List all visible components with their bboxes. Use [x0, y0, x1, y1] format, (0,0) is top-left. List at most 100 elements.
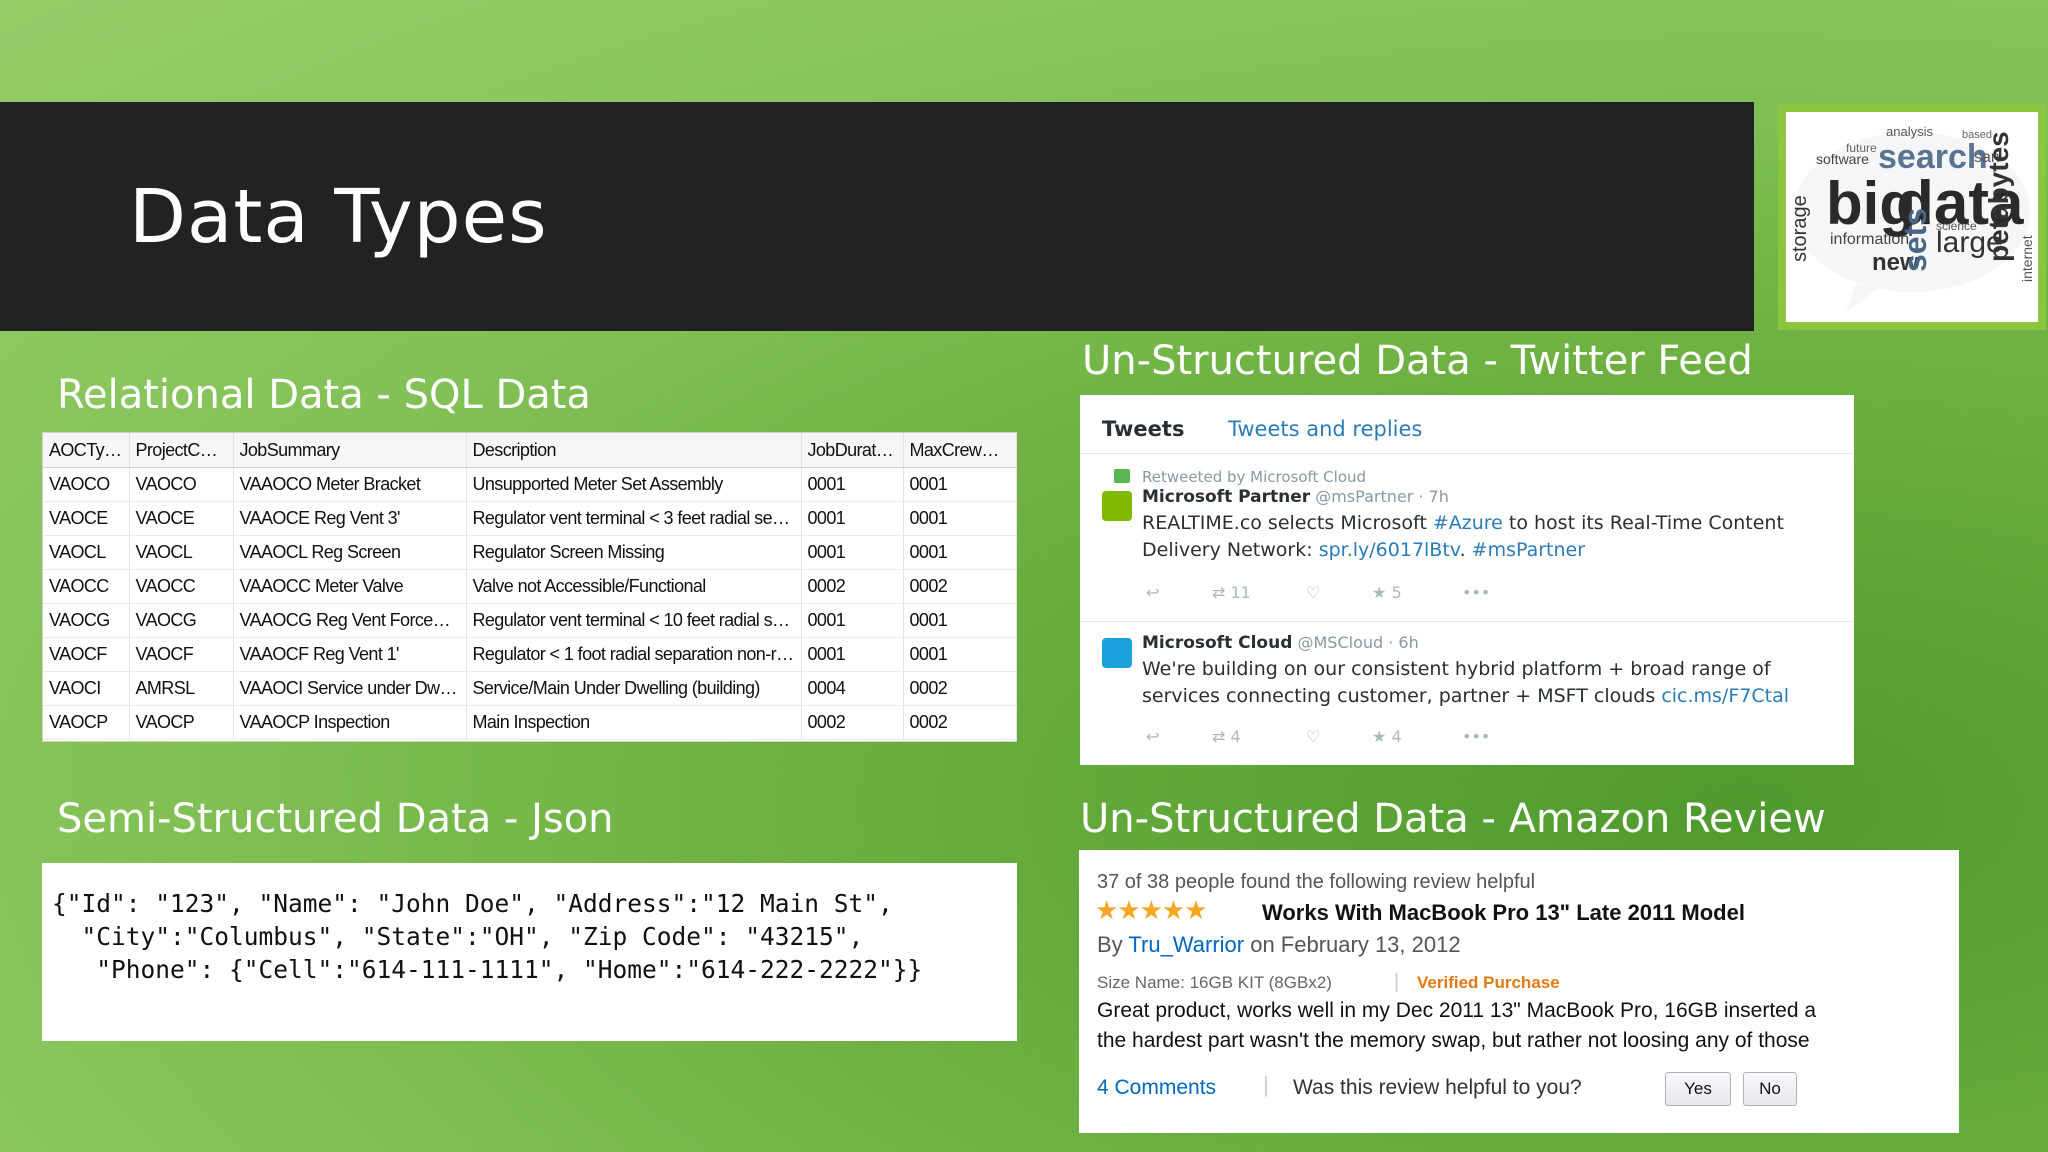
- amazon-section-heading: Un-Structured Data - Amazon Review: [1080, 796, 1826, 842]
- favorite-action[interactable]: ★ 4: [1372, 727, 1402, 746]
- table-cell: Regulator Screen Missing: [466, 535, 802, 570]
- table-cell: 0001: [903, 637, 1017, 672]
- table-cell: VAOCG: [43, 603, 130, 638]
- sql-results-grid: AOCType ProjectCode JobSummary Descripti…: [42, 432, 1017, 742]
- helpful-question: Was this review helpful to you?: [1293, 1076, 1582, 1099]
- sql-section-heading: Relational Data - SQL Data: [57, 372, 591, 418]
- tweet-author[interactable]: Microsoft Cloud @MSCloud · 6h: [1142, 633, 1419, 653]
- tweet-text-part: .: [1459, 539, 1472, 561]
- table-cell: VAOCC: [129, 569, 234, 604]
- table-cell: 0002: [903, 671, 1017, 706]
- tweet-text-part: services connecting customer, partner + …: [1142, 685, 1662, 707]
- heart-icon[interactable]: ♡: [1306, 727, 1320, 746]
- favorite-count: 4: [1391, 727, 1402, 746]
- column-header-jobsummary[interactable]: JobSummary: [233, 433, 467, 468]
- table-cell: Main Inspection: [466, 705, 802, 740]
- heart-icon[interactable]: ♡: [1306, 583, 1320, 602]
- title-bar: Data Types: [0, 102, 1754, 331]
- table-row[interactable]: VAOCO VAOCO VAAOCO Meter Bracket Unsuppo…: [43, 467, 1017, 502]
- column-header-jobduration[interactable]: JobDuration: [801, 433, 904, 468]
- review-date: on February 13, 2012: [1244, 932, 1461, 957]
- table-cell: VAAOCO Meter Bracket: [233, 467, 467, 502]
- logo-word-science: science: [1936, 219, 1977, 233]
- retweet-count: 11: [1230, 583, 1251, 602]
- comments-link[interactable]: 4 Comments: [1097, 1076, 1216, 1100]
- logo-word-storage: storage: [1789, 195, 1811, 262]
- logo-word-software: software: [1816, 151, 1869, 167]
- big-data-logo: analysis future software search san base…: [1778, 104, 2046, 330]
- tab-tweets-and-replies[interactable]: Tweets and replies: [1228, 417, 1422, 441]
- more-icon[interactable]: •••: [1462, 727, 1490, 746]
- hashtag-link[interactable]: #msPartner: [1472, 539, 1585, 561]
- tweet-text-part: Delivery Network:: [1142, 539, 1319, 561]
- table-cell: VAAOCF Reg Vent 1': [233, 637, 467, 672]
- table-cell: VAOCF: [43, 637, 130, 672]
- table-cell: 0001: [801, 637, 904, 672]
- retweet-action[interactable]: ⇄ 4: [1212, 727, 1241, 746]
- tweet-author-handle: @MSCloud · 6h: [1297, 633, 1419, 652]
- avatar[interactable]: [1102, 638, 1132, 668]
- reply-icon[interactable]: ↩: [1146, 583, 1159, 602]
- table-row[interactable]: VAOCG VAOCG VAAOCG Reg Vent Forced Air R…: [43, 603, 1017, 638]
- json-line: "City":"Columbus", "State":"OH", "Zip Co…: [52, 922, 864, 951]
- table-cell: VAOCO: [43, 467, 130, 502]
- table-row[interactable]: VAOCE VAOCE VAAOCE Reg Vent 3' Regulator…: [43, 501, 1017, 536]
- retweet-icon: ⇄: [1212, 727, 1226, 746]
- table-row[interactable]: VAOCI AMRSL VAAOCI Service under Dwellin…: [43, 671, 1017, 706]
- tweet-author[interactable]: Microsoft Partner @msPartner · 7h: [1142, 487, 1449, 507]
- table-cell: Unsupported Meter Set Assembly: [466, 467, 802, 502]
- tweet-item[interactable]: Microsoft Cloud @MSCloud · 6h We're buil…: [1080, 621, 1854, 765]
- table-cell: VAOCP: [43, 705, 130, 740]
- table-row[interactable]: VAOCL VAOCL VAAOCL Reg Screen Regulator …: [43, 535, 1017, 570]
- size-name: Size Name: 16GB KIT (8GBx2): [1097, 973, 1332, 992]
- review-title[interactable]: Works With MacBook Pro 13" Late 2011 Mod…: [1262, 900, 1745, 926]
- word-cloud-graphic: analysis future software search san base…: [1789, 124, 2035, 312]
- url-link[interactable]: spr.ly/6017lBtv: [1319, 539, 1460, 561]
- tweet-author-name[interactable]: Microsoft Partner: [1142, 487, 1310, 507]
- table-cell: VAAOCE Reg Vent 3': [233, 501, 467, 536]
- yes-button[interactable]: Yes: [1665, 1072, 1731, 1106]
- more-icon[interactable]: •••: [1462, 583, 1490, 602]
- tweet-text-part: REALTIME.co selects Microsoft: [1142, 512, 1433, 534]
- favorite-count: 5: [1391, 583, 1402, 602]
- table-row[interactable]: VAOCC VAOCC VAAOCC Meter Valve Valve not…: [43, 569, 1017, 604]
- author-link[interactable]: Tru_Warrior: [1128, 932, 1244, 957]
- sql-table: AOCType ProjectCode JobSummary Descripti…: [43, 433, 1017, 740]
- table-row[interactable]: VAOCP VAOCP VAAOCP Inspection Main Inspe…: [43, 705, 1017, 740]
- tweet-author-name[interactable]: Microsoft Cloud: [1142, 633, 1292, 653]
- table-cell: 0002: [903, 705, 1017, 740]
- avatar[interactable]: [1102, 491, 1132, 521]
- column-header-maxcrewsize[interactable]: MaxCrewSize: [903, 433, 1017, 468]
- rating-stars-icon: ★★★★★: [1095, 895, 1208, 925]
- table-cell: VAOCO: [129, 467, 234, 502]
- review-body-line: the hardest part wasn't the memory swap,…: [1097, 1029, 1810, 1052]
- table-row[interactable]: VAOCF VAOCF VAAOCF Reg Vent 1' Regulator…: [43, 637, 1017, 672]
- column-header-projectcode[interactable]: ProjectCode: [129, 433, 234, 468]
- column-header-description[interactable]: Description: [466, 433, 802, 468]
- table-cell: 0001: [903, 603, 1017, 638]
- reply-icon[interactable]: ↩: [1146, 727, 1159, 746]
- tweet-item[interactable]: Retweeted by Microsoft Cloud Microsoft P…: [1080, 453, 1854, 621]
- logo-word-internet: internet: [2019, 235, 2035, 282]
- retweet-icon: ⇄: [1212, 583, 1226, 602]
- logo-word-analysis: analysis: [1886, 124, 1933, 139]
- table-cell: Valve not Accessible/Functional: [466, 569, 802, 604]
- review-byline: By Tru_Warrior on February 13, 2012: [1097, 932, 1461, 958]
- logo-word-sets: sets: [1897, 208, 1933, 272]
- table-cell: VAOCP: [129, 705, 234, 740]
- retweet-action[interactable]: ⇄ 11: [1212, 583, 1251, 602]
- tweet-text-part: We're building on our consistent hybrid …: [1142, 658, 1771, 680]
- big-data-word-cloud-icon: analysis future software search san base…: [1786, 112, 2038, 322]
- table-cell: 0001: [903, 467, 1017, 502]
- table-cell: 0004: [801, 671, 904, 706]
- json-code-panel: {"Id": "123", "Name": "John Doe", "Addre…: [42, 863, 1017, 1041]
- url-link[interactable]: cic.ms/F7Ctal: [1661, 685, 1789, 707]
- json-section-heading: Semi-Structured Data - Json: [57, 796, 614, 842]
- table-cell: 0001: [801, 535, 904, 570]
- favorite-action[interactable]: ★ 5: [1372, 583, 1402, 602]
- tab-tweets[interactable]: Tweets: [1102, 417, 1184, 441]
- hashtag-link[interactable]: #Azure: [1433, 512, 1503, 534]
- table-cell: 0002: [903, 569, 1017, 604]
- column-header-aoctype[interactable]: AOCType: [43, 433, 130, 468]
- no-button[interactable]: No: [1743, 1072, 1797, 1106]
